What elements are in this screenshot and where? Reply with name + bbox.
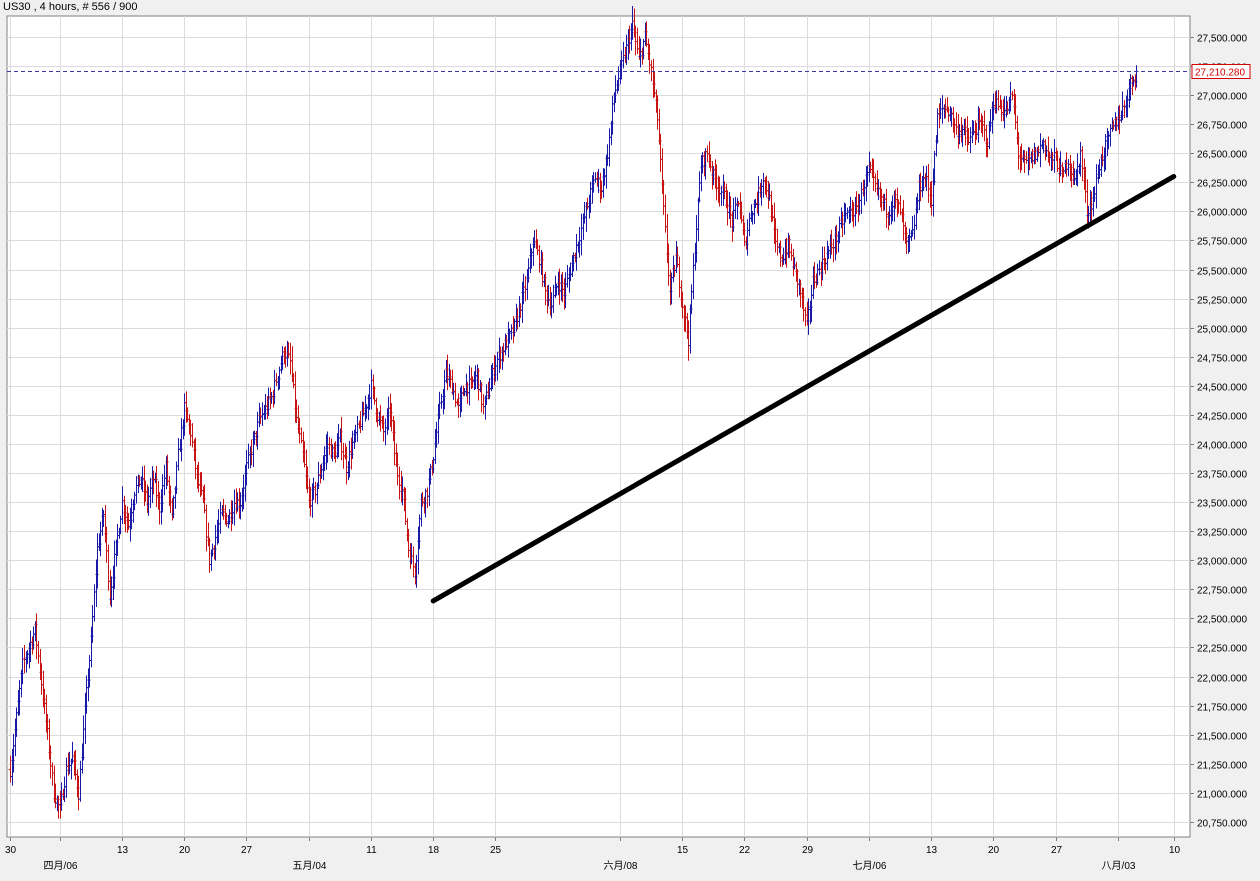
price-chart[interactable]: 27,500.00027,250.00027,000.00026,750.000… (0, 0, 1260, 881)
x-tick-label: 25 (490, 845, 502, 856)
y-tick-label: 21,000.000 (1197, 790, 1247, 801)
x-tick-label: 11 (366, 845, 377, 856)
x-tick-label: 29 (802, 845, 814, 856)
x-tick-label: 六月/08 (604, 860, 638, 872)
y-tick-label: 24,750.000 (1197, 354, 1247, 365)
x-tick-label: 22 (739, 845, 751, 856)
y-tick-label: 22,750.000 (1197, 586, 1247, 597)
time-axis: 30 四月/06 13 20 27 五月/04 11 18 25 六月/08 15 22 29 七月/06… (5, 837, 1181, 872)
y-tick-label: 22,500.000 (1197, 615, 1247, 626)
x-tick-label: 27 (1051, 845, 1063, 856)
y-tick-label: 23,000.000 (1197, 557, 1247, 568)
y-tick-label: 26,000.000 (1197, 208, 1247, 219)
y-tick-label: 21,500.000 (1197, 732, 1247, 743)
y-tick-label: 24,250.000 (1197, 412, 1247, 423)
y-tick-label: 27,000.000 (1197, 92, 1247, 103)
y-tick-label: 21,250.000 (1197, 761, 1247, 772)
y-tick-label: 20,750.000 (1197, 819, 1247, 830)
y-tick-label: 23,500.000 (1197, 499, 1247, 510)
y-tick-label: 24,000.000 (1197, 441, 1247, 452)
y-tick-label: 26,750.000 (1197, 121, 1247, 132)
x-tick-label: 20 (988, 845, 1000, 856)
x-tick-label: 四月/06 (44, 860, 78, 872)
price-axis: 27,500.00027,250.00027,000.00026,750.000… (1190, 34, 1247, 830)
x-tick-label: 八月/03 (1102, 860, 1136, 872)
x-tick-label: 13 (926, 845, 938, 856)
y-tick-label: 23,750.000 (1197, 470, 1247, 481)
y-tick-label: 22,000.000 (1197, 674, 1247, 685)
x-tick-label: 27 (241, 845, 253, 856)
y-tick-label: 25,250.000 (1197, 296, 1247, 307)
x-tick-label: 20 (179, 845, 191, 856)
y-tick-label: 25,500.000 (1197, 267, 1247, 278)
x-tick-label: 18 (428, 845, 440, 856)
x-tick-label: 五月/04 (293, 860, 327, 872)
y-tick-label: 22,250.000 (1197, 644, 1247, 655)
x-tick-label: 七月/06 (853, 860, 887, 872)
x-tick-label: 10 (1169, 845, 1181, 856)
x-tick-label: 15 (677, 845, 689, 856)
y-tick-label: 26,500.000 (1197, 150, 1247, 161)
y-tick-label: 21,750.000 (1197, 703, 1247, 714)
current-price-label: 27,210.280 (1195, 68, 1245, 79)
y-tick-label: 23,250.000 (1197, 528, 1247, 539)
x-tick-label: 30 (5, 845, 17, 856)
y-tick-label: 25,000.000 (1197, 325, 1247, 336)
y-tick-label: 27,500.000 (1197, 34, 1247, 45)
y-tick-label: 24,500.000 (1197, 383, 1247, 394)
y-tick-label: 26,250.000 (1197, 179, 1247, 190)
x-tick-label: 13 (117, 845, 129, 856)
y-tick-label: 25,750.000 (1197, 237, 1247, 248)
